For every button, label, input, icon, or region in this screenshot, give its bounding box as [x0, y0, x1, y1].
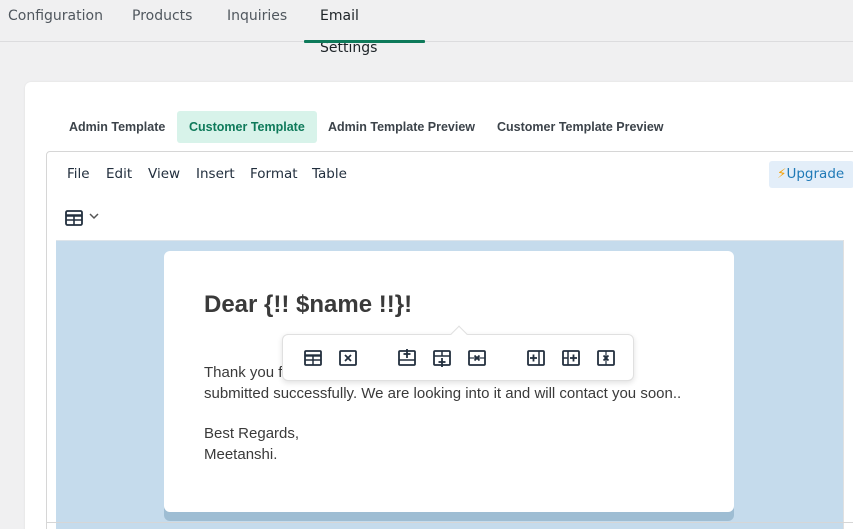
editor-menubar: File Edit View Insert Format Table ⚡Upgr…: [47, 152, 853, 197]
menu-table[interactable]: Table: [312, 152, 347, 197]
card-bottom-divider: [46, 522, 853, 523]
menu-file[interactable]: File: [67, 152, 90, 197]
delete-column-button[interactable]: [592, 345, 620, 371]
email-signature: Best Regards, Meetanshi.: [204, 423, 299, 465]
tab-products[interactable]: Products: [132, 0, 192, 42]
menu-format[interactable]: Format: [250, 152, 298, 197]
menu-edit[interactable]: Edit: [106, 152, 132, 197]
table-properties-icon: [304, 350, 322, 366]
insert-column-before-button[interactable]: [522, 345, 550, 371]
email-regards: Best Regards,: [204, 425, 300, 442]
tab-email-settings[interactable]: Email Settings: [304, 0, 425, 56]
insert-row-after-icon: [433, 350, 451, 367]
tab-inquiries[interactable]: Inquiries: [227, 0, 287, 42]
chevron-down-icon: [89, 213, 99, 220]
subtab-admin-template-preview[interactable]: Admin Template Preview: [316, 111, 487, 143]
upgrade-label: Upgrade: [786, 166, 845, 182]
email-paragraph-line2: submitted successfully. We are looking i…: [204, 385, 682, 402]
table-dropdown-button[interactable]: [61, 207, 105, 231]
table-properties-button[interactable]: [299, 345, 327, 371]
menu-insert[interactable]: Insert: [196, 152, 235, 197]
email-settings-card: Admin Template Customer Template Admin T…: [25, 82, 853, 529]
top-tab-bar: Configuration Products Inquiries Email S…: [0, 0, 853, 56]
email-greeting: Dear {!! $name !!}!: [204, 291, 413, 318]
subtab-customer-template[interactable]: Customer Template: [177, 111, 317, 143]
subtab-customer-template-preview[interactable]: Customer Template Preview: [485, 111, 676, 143]
delete-column-icon: [597, 350, 615, 366]
subtab-admin-template[interactable]: Admin Template: [57, 111, 177, 143]
insert-column-before-icon: [527, 350, 545, 366]
insert-column-after-icon: [562, 350, 580, 366]
email-body[interactable]: Dear {!! $name !!}! Thank you f submitte…: [164, 251, 734, 512]
editor-sidebar-strip: [843, 240, 853, 529]
upgrade-button[interactable]: ⚡Upgrade: [769, 161, 853, 188]
table-context-toolbar: [282, 325, 634, 381]
table-icon: [65, 210, 83, 226]
email-signature-name: Meetanshi.: [204, 446, 278, 463]
insert-row-before-button[interactable]: [393, 345, 421, 371]
delete-table-icon: [339, 350, 357, 366]
insert-row-before-icon: [398, 349, 416, 366]
delete-row-icon: [468, 350, 486, 366]
editor-toolbar: [47, 197, 853, 240]
editor-content-area[interactable]: Dear {!! $name !!}! Thank you f submitte…: [56, 240, 843, 529]
menu-view[interactable]: View: [148, 152, 180, 197]
delete-row-button[interactable]: [463, 345, 491, 371]
tab-configuration[interactable]: Configuration: [8, 0, 103, 42]
delete-table-button[interactable]: [334, 345, 362, 371]
insert-row-after-button[interactable]: [428, 345, 456, 371]
insert-column-after-button[interactable]: [557, 345, 585, 371]
